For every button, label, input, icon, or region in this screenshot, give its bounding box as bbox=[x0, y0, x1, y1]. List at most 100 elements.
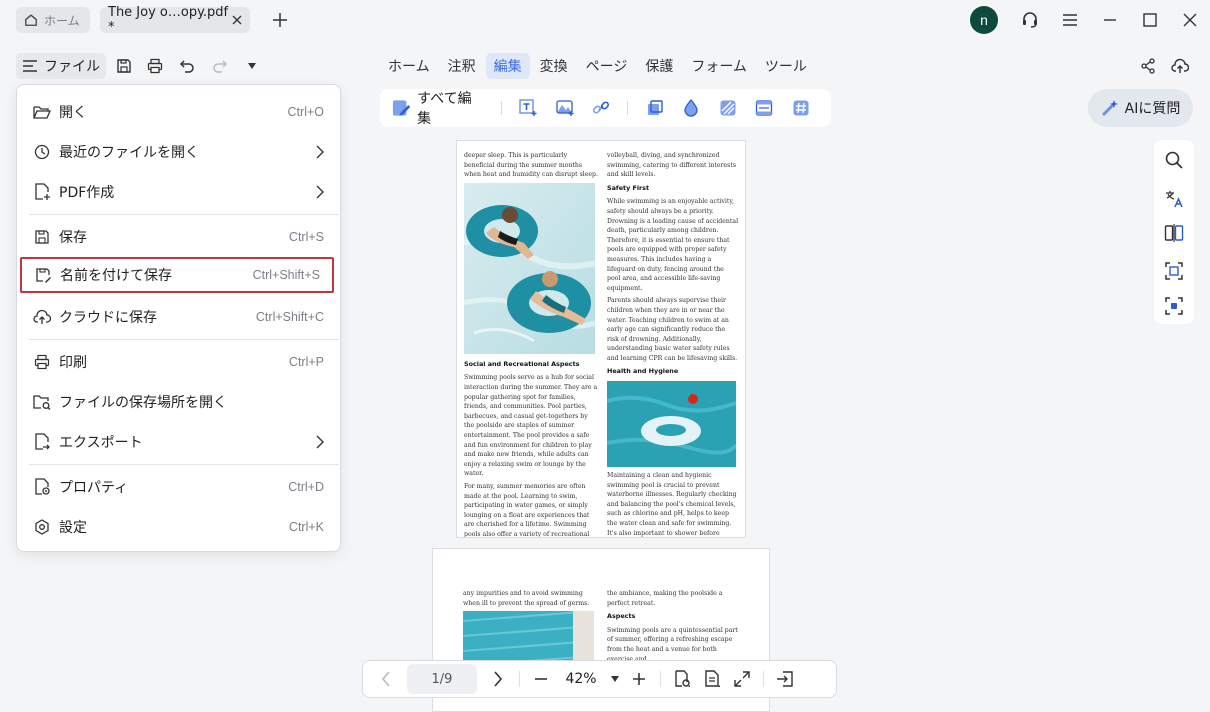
menu-item-save-to-cloud[interactable]: クラウドに保存 Ctrl+Shift+C bbox=[21, 299, 336, 335]
paragraph: the ambiance, making the poolside a perf… bbox=[607, 590, 723, 607]
cloud-upload-button[interactable] bbox=[1170, 56, 1190, 76]
save-button[interactable] bbox=[114, 56, 134, 76]
share-icon bbox=[1141, 58, 1155, 74]
previous-page-button[interactable] bbox=[371, 671, 401, 687]
menu-item-label: PDF作成 bbox=[59, 185, 115, 201]
menu-item-recent-files[interactable]: 最近のファイルを開く bbox=[21, 134, 336, 170]
page-number-input[interactable]: 1/9 bbox=[407, 664, 477, 694]
redo-button[interactable] bbox=[210, 56, 230, 76]
right-tool-panel bbox=[1154, 140, 1194, 324]
close-icon[interactable] bbox=[232, 15, 242, 25]
section-heading: Aspects bbox=[607, 612, 636, 621]
expand-icon bbox=[734, 671, 750, 687]
cloud-upload-icon bbox=[33, 308, 51, 326]
translate-icon[interactable] bbox=[1164, 189, 1184, 209]
chevron-right-icon bbox=[316, 435, 324, 449]
close-icon bbox=[1183, 13, 1197, 27]
undo-button[interactable] bbox=[177, 56, 197, 76]
support-button[interactable] bbox=[1020, 10, 1040, 30]
maximize-button[interactable] bbox=[1140, 10, 1160, 30]
quick-access-dropdown[interactable] bbox=[242, 56, 262, 76]
menu-item-shortcut: Ctrl+Shift+S bbox=[252, 268, 320, 282]
plus-icon bbox=[633, 673, 645, 685]
file-menu-label: ファイル bbox=[44, 59, 100, 75]
crop-button[interactable] bbox=[636, 99, 673, 117]
ask-ai-label: AIに質問 bbox=[1124, 101, 1181, 117]
section-heading: Health and Hygiene bbox=[607, 367, 679, 376]
fit-page-button[interactable] bbox=[727, 671, 757, 687]
ask-ai-button[interactable]: AIに質問 bbox=[1088, 89, 1193, 127]
file-menu-button[interactable]: ファイル bbox=[16, 53, 106, 79]
redo-icon bbox=[213, 60, 228, 73]
next-page-button[interactable] bbox=[483, 671, 513, 687]
avatar[interactable]: n bbox=[970, 6, 998, 34]
menu-item-shortcut: Ctrl+K bbox=[288, 520, 324, 534]
menu-item-save-as[interactable]: 名前を付けて保存 Ctrl+Shift+S bbox=[20, 257, 334, 293]
share-button[interactable] bbox=[1138, 56, 1158, 76]
menu-item-shortcut: Ctrl+Shift+C bbox=[255, 310, 324, 324]
menu-item-export[interactable]: エクスポート bbox=[21, 424, 336, 460]
menu-item-shortcut: Ctrl+D bbox=[288, 480, 324, 494]
screenshot-icon[interactable] bbox=[1164, 296, 1184, 316]
compare-icon[interactable] bbox=[1164, 223, 1184, 243]
add-image-button[interactable] bbox=[546, 99, 583, 117]
zoom-in-button[interactable] bbox=[624, 672, 654, 686]
add-image-icon bbox=[555, 100, 574, 116]
menu-item-save[interactable]: 保存 Ctrl+S bbox=[21, 219, 336, 255]
chevron-right-icon bbox=[494, 671, 503, 687]
page-column-right: volleyball, diving, and synchronized swi… bbox=[607, 151, 739, 537]
print-button[interactable] bbox=[145, 56, 165, 76]
save-icon bbox=[33, 228, 51, 246]
add-text-button[interactable] bbox=[510, 99, 547, 117]
watermark-button[interactable] bbox=[673, 99, 710, 117]
ribbon-tabs: ホーム 注釈 編集 変換 ページ 保護 フォーム ツール bbox=[380, 52, 815, 80]
close-window-button[interactable] bbox=[1180, 10, 1200, 30]
tab-home-ribbon[interactable]: ホーム bbox=[380, 53, 438, 79]
new-tab-button[interactable] bbox=[270, 10, 290, 30]
page-view-button[interactable] bbox=[667, 670, 697, 688]
zoom-level[interactable]: 42% bbox=[556, 671, 606, 687]
minimize-button[interactable] bbox=[1100, 10, 1120, 30]
caret-down-icon bbox=[611, 676, 619, 682]
menu-item-open[interactable]: 開く Ctrl+O bbox=[21, 94, 336, 130]
paragraph: Maintaining a clean and hygienic swimmin… bbox=[607, 472, 737, 537]
zoom-dropdown[interactable] bbox=[606, 676, 624, 682]
bates-number-button[interactable] bbox=[782, 99, 819, 117]
properties-icon bbox=[33, 478, 51, 496]
search-icon[interactable] bbox=[1164, 150, 1184, 170]
tab-protect[interactable]: 保護 bbox=[637, 53, 681, 79]
paragraph: Swimming pools serve as a hub for social… bbox=[464, 374, 598, 478]
menu-item-create-pdf[interactable]: PDF作成 bbox=[21, 174, 336, 210]
ocr-icon[interactable] bbox=[1164, 261, 1184, 281]
page-column-right: the ambiance, making the poolside a perf… bbox=[607, 589, 739, 667]
tab-annotate[interactable]: 注釈 bbox=[440, 53, 484, 79]
tab-home-label: ホーム bbox=[44, 13, 80, 28]
minus-icon bbox=[535, 678, 547, 680]
save-as-icon bbox=[34, 266, 52, 284]
menu-item-print[interactable]: 印刷 Ctrl+P bbox=[21, 344, 336, 380]
avatar-initial: n bbox=[980, 12, 988, 28]
header-footer-button[interactable] bbox=[746, 99, 783, 117]
edit-all-button[interactable]: すべて編集 bbox=[392, 88, 483, 128]
tab-edit[interactable]: 編集 bbox=[485, 53, 530, 79]
menu-item-settings[interactable]: 設定 Ctrl+K bbox=[21, 509, 336, 545]
menu-item-open-file-location[interactable]: ファイルの保存場所を開く bbox=[21, 384, 336, 420]
zoom-out-button[interactable] bbox=[526, 672, 556, 686]
toolbar-divider bbox=[627, 101, 629, 115]
last-page-button[interactable] bbox=[770, 671, 800, 687]
tab-form[interactable]: フォーム bbox=[683, 53, 755, 79]
menu-icon bbox=[1063, 14, 1077, 26]
menu-item-properties[interactable]: プロパティ Ctrl+D bbox=[21, 469, 336, 505]
add-link-button[interactable] bbox=[583, 99, 620, 117]
background-button[interactable] bbox=[709, 99, 746, 117]
hamburger-menu-button[interactable] bbox=[1060, 10, 1080, 30]
tab-page[interactable]: ページ bbox=[578, 53, 636, 79]
tab-convert[interactable]: 変換 bbox=[532, 53, 576, 79]
tab-document-label: The Joy o…opy.pdf * bbox=[108, 5, 229, 35]
menu-icon bbox=[23, 60, 37, 72]
reading-mode-button[interactable] bbox=[697, 670, 727, 688]
create-pdf-icon bbox=[33, 183, 51, 201]
tab-document[interactable]: The Joy o…opy.pdf * bbox=[100, 5, 250, 35]
tab-home[interactable]: ホーム bbox=[16, 7, 90, 33]
tab-tools[interactable]: ツール bbox=[757, 53, 815, 79]
